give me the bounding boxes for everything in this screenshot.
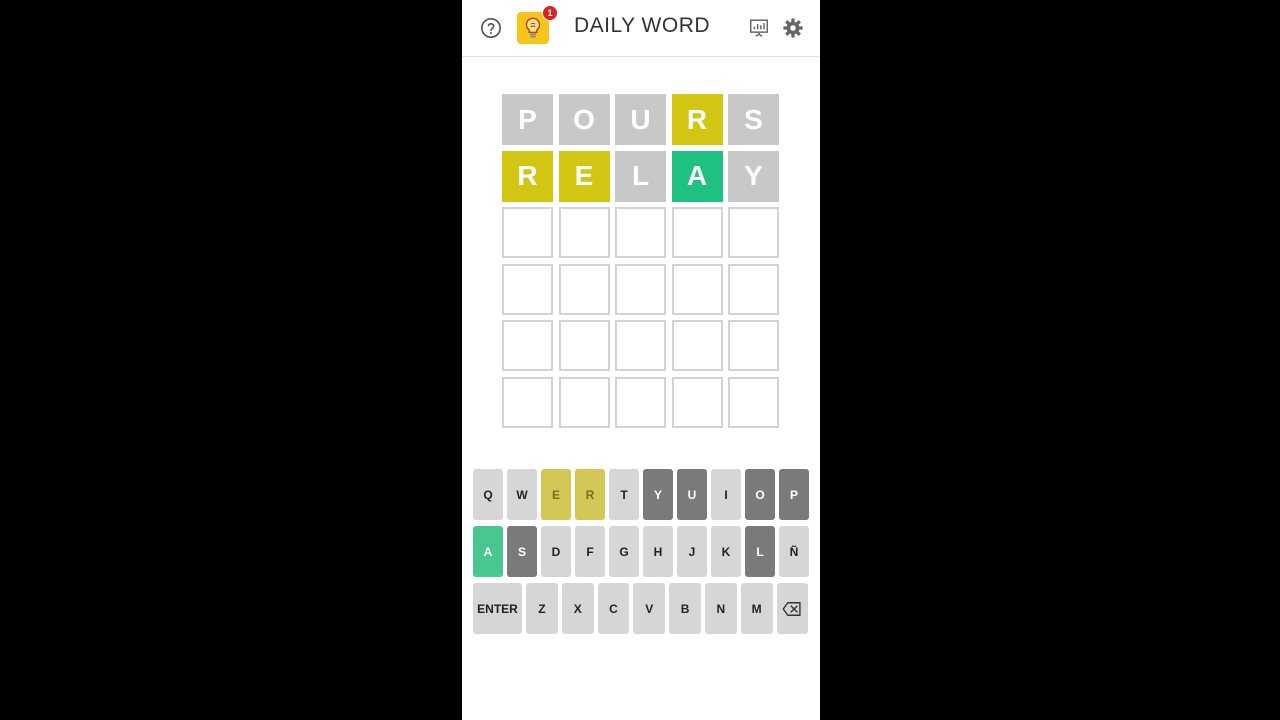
game-screen: 1 DAILY WORD P O U R S R E L A Y Q W E R… [462,0,820,720]
game-board: POURSRELAY [502,94,780,428]
key-n[interactable]: N [704,583,737,634]
key-ñ[interactable]: Ñ [779,526,809,577]
board-tile-r5-c5 [728,320,779,371]
stats-button[interactable] [746,15,772,41]
key-t[interactable]: T [609,469,639,520]
board-tile-r3-c5 [728,207,779,258]
key-w[interactable]: W [507,469,537,520]
enter-key[interactable]: ENTER [473,583,522,634]
keyboard: Q W E R T Y U I O P A S D F G H J K L Ñ ENTER Z X C V B N M [473,469,809,640]
page-title: DAILY WORD [573,14,711,37]
notification-badge: 1 [542,5,558,21]
key-g[interactable]: G [609,526,639,577]
board-tile-r2-c4: A [671,150,723,202]
board-tile-r5-c3 [615,320,666,371]
board-tile-r4-c5 [728,263,779,315]
help-icon [481,18,501,38]
board-tile-r5-c2 [558,320,610,371]
board-tile-r1-c2: O [558,94,610,145]
stats-icon [750,19,768,37]
key-h[interactable]: H [643,526,673,577]
board-tile-r6-c4 [671,376,723,428]
board-tile-r1-c1: P [502,94,553,145]
key-z[interactable]: Z [526,583,558,634]
board-tile-r6-c3 [615,376,666,428]
key-p[interactable]: P [779,469,809,520]
settings-button[interactable] [780,15,806,41]
keyboard-row-2: ASDFGHJKLÑ [473,526,809,577]
key-e[interactable]: E [541,469,571,520]
board-tile-r3-c2 [558,207,610,258]
board-tile-r2-c2: E [558,150,610,202]
board-tile-r4-c3 [615,263,666,315]
board-tile-r1-c3: U [615,94,666,145]
key-r[interactable]: R [575,469,605,520]
board-tile-r2-c1: R [502,150,553,202]
key-x[interactable]: X [561,583,594,634]
key-f[interactable]: F [575,526,605,577]
header-bar: 1 DAILY WORD [462,0,820,57]
help-button[interactable] [478,15,504,41]
key-c[interactable]: C [597,583,630,634]
board-tile-r3-c1 [502,207,553,258]
board-tile-r4-c2 [558,263,610,315]
key-y[interactable]: Y [643,469,673,520]
board-tile-r6-c1 [502,376,553,428]
key-b[interactable]: B [669,583,701,634]
key-s[interactable]: S [507,526,537,577]
key-v[interactable]: V [633,583,666,634]
key-l[interactable]: L [745,526,775,577]
board-tile-r4-c4 [671,263,723,315]
board-tile-r6-c2 [558,376,610,428]
key-a[interactable]: A [473,526,503,577]
board-tile-r1-c5: S [728,94,779,145]
board-tile-r2-c3: L [615,150,666,202]
key-d[interactable]: D [541,526,571,577]
key-i[interactable]: I [711,469,741,520]
key-m[interactable]: M [740,583,773,634]
key-u[interactable]: U [677,469,707,520]
backspace-key[interactable] [776,583,809,634]
key-q[interactable]: Q [473,469,503,520]
board-tile-r5-c1 [502,320,553,371]
board-tile-r5-c4 [671,320,723,371]
board-tile-r6-c5 [728,376,779,428]
board-tile-r3-c4 [671,207,723,258]
keyboard-row-1: QWERTYUIOP [473,469,809,520]
key-j[interactable]: J [677,526,707,577]
key-o[interactable]: O [745,469,775,520]
board-tile-r3-c3 [615,207,666,258]
board-tile-r1-c4: R [671,94,723,145]
board-tile-r2-c5: Y [728,150,779,202]
key-k[interactable]: K [711,526,741,577]
gear-icon [783,18,803,38]
board-tile-r4-c1 [502,263,553,315]
keyboard-row-3: ENTER Z X C V B N M [473,583,809,634]
backspace-icon [783,601,802,616]
